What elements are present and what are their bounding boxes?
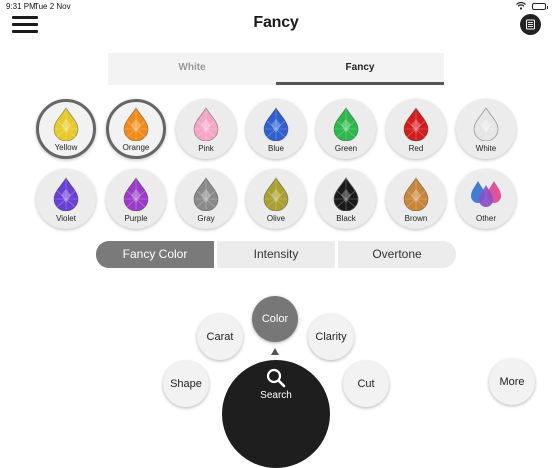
cut-button[interactable]: Cut bbox=[343, 361, 389, 407]
color-button[interactable]: Color bbox=[252, 296, 298, 342]
color-option-label: Brown bbox=[404, 214, 428, 223]
color-option-label: Yellow bbox=[54, 143, 78, 152]
search-icon bbox=[266, 368, 286, 388]
color-option-label: White bbox=[475, 144, 497, 153]
carat-button[interactable]: Carat bbox=[197, 314, 243, 360]
tab-fancy[interactable]: Fancy bbox=[276, 53, 444, 85]
status-time: 9:31 PM bbox=[6, 2, 36, 11]
pear-gem-icon bbox=[263, 107, 289, 141]
pear-gem-icon bbox=[193, 107, 219, 141]
battery-icon bbox=[532, 3, 548, 10]
pear-gem-icon bbox=[53, 177, 79, 211]
color-option-label: Violet bbox=[56, 214, 76, 223]
color-option-label: Gray bbox=[197, 214, 215, 223]
color-option-olive[interactable]: Olive bbox=[246, 169, 306, 229]
pear-gem-icon bbox=[193, 177, 219, 211]
color-option-other[interactable]: Other bbox=[456, 169, 516, 229]
pear-gem-icon bbox=[263, 177, 289, 211]
tab-overtone[interactable]: Overtone bbox=[338, 241, 456, 268]
pear-gem-icon bbox=[123, 177, 149, 211]
status-bar: 9:31 PM Tue 2 Nov bbox=[0, 0, 552, 14]
tab-intensity[interactable]: Intensity bbox=[217, 241, 335, 268]
pear-gem-icon bbox=[333, 177, 359, 211]
list-view-button[interactable] bbox=[520, 14, 541, 35]
pear-gem-icon bbox=[333, 107, 359, 141]
status-date: Tue 2 Nov bbox=[34, 2, 71, 11]
pear-gem-icon bbox=[53, 107, 79, 141]
color-option-green[interactable]: Green bbox=[316, 99, 376, 159]
page-title: Fancy bbox=[253, 14, 299, 31]
shape-button[interactable]: Shape bbox=[163, 361, 209, 407]
color-option-label: Red bbox=[408, 144, 424, 153]
pear-gem-icon bbox=[403, 177, 429, 211]
color-option-pink[interactable]: Pink bbox=[176, 99, 236, 159]
pear-gem-icon bbox=[473, 107, 499, 141]
color-option-blue[interactable]: Blue bbox=[246, 99, 306, 159]
more-button[interactable]: More bbox=[489, 359, 535, 405]
search-button[interactable]: Search bbox=[222, 360, 330, 468]
pear-gem-icon bbox=[403, 107, 429, 141]
color-option-brown[interactable]: Brown bbox=[386, 169, 446, 229]
color-option-label: Purple bbox=[124, 214, 148, 223]
color-option-label: Pink bbox=[198, 144, 214, 153]
pear-gem-icon bbox=[123, 107, 149, 141]
color-option-label: Orange bbox=[122, 143, 150, 152]
color-option-orange[interactable]: Orange bbox=[106, 99, 166, 159]
color-option-red[interactable]: Red bbox=[386, 99, 446, 159]
search-label: Search bbox=[260, 390, 292, 401]
color-option-label: Olive bbox=[266, 214, 286, 223]
color-option-label: Black bbox=[336, 214, 356, 223]
color-option-violet[interactable]: Violet bbox=[36, 169, 96, 229]
color-option-label: Other bbox=[475, 214, 496, 223]
list-icon bbox=[526, 19, 535, 30]
clarity-button[interactable]: Clarity bbox=[308, 314, 354, 360]
wifi-icon bbox=[516, 2, 526, 10]
color-option-purple[interactable]: Purple bbox=[106, 169, 166, 229]
color-option-white[interactable]: White bbox=[456, 99, 516, 159]
color-option-label: Blue bbox=[267, 144, 284, 153]
color-option-label: Green bbox=[334, 144, 358, 153]
color-option-yellow[interactable]: Yellow bbox=[36, 99, 96, 159]
multi-drop-icon bbox=[471, 181, 501, 207]
color-option-black[interactable]: Black bbox=[316, 169, 376, 229]
tab-white[interactable]: White bbox=[108, 53, 276, 85]
color-option-gray[interactable]: Gray bbox=[176, 169, 236, 229]
tab-fancy-color[interactable]: Fancy Color bbox=[96, 241, 214, 268]
arrow-up-icon bbox=[271, 348, 279, 355]
